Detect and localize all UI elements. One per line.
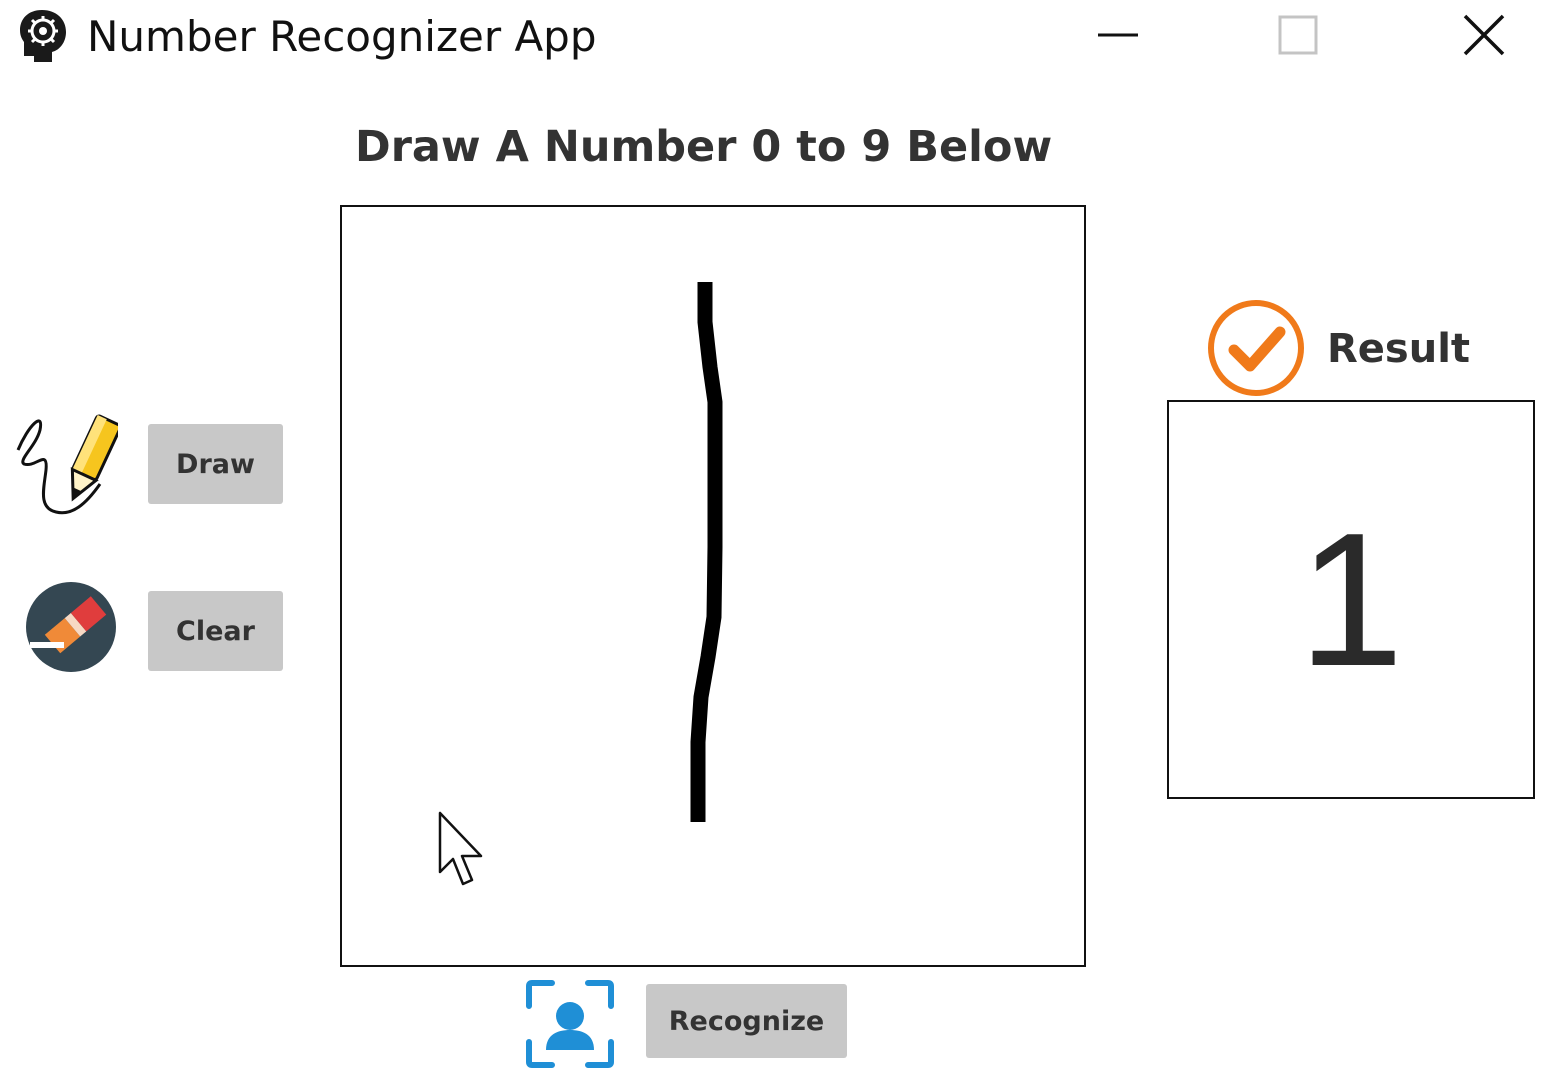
close-icon bbox=[1463, 14, 1505, 56]
result-value: 1 bbox=[1298, 493, 1404, 706]
page-heading: Draw A Number 0 to 9 Below bbox=[355, 122, 1053, 172]
title-bar: Number Recognizer App bbox=[0, 0, 1556, 80]
eraser-icon bbox=[26, 582, 116, 672]
check-circle-icon bbox=[1208, 300, 1304, 396]
minimize-icon bbox=[1098, 33, 1138, 37]
maximize-icon bbox=[1278, 15, 1318, 55]
brain-gear-icon bbox=[20, 10, 66, 62]
maximize-button[interactable] bbox=[1273, 10, 1323, 60]
result-box: 1 bbox=[1167, 400, 1535, 799]
draw-button[interactable]: Draw bbox=[148, 424, 283, 504]
recognize-button[interactable]: Recognize bbox=[646, 984, 847, 1058]
mouse-cursor-icon bbox=[438, 811, 483, 886]
face-scan-icon bbox=[526, 980, 614, 1068]
result-label: Result bbox=[1327, 326, 1471, 372]
minimize-button[interactable] bbox=[1092, 10, 1142, 60]
pencil-icon bbox=[16, 414, 118, 515]
close-button[interactable] bbox=[1459, 10, 1509, 60]
clear-button[interactable]: Clear bbox=[148, 591, 283, 671]
window-title: Number Recognizer App bbox=[87, 12, 597, 61]
